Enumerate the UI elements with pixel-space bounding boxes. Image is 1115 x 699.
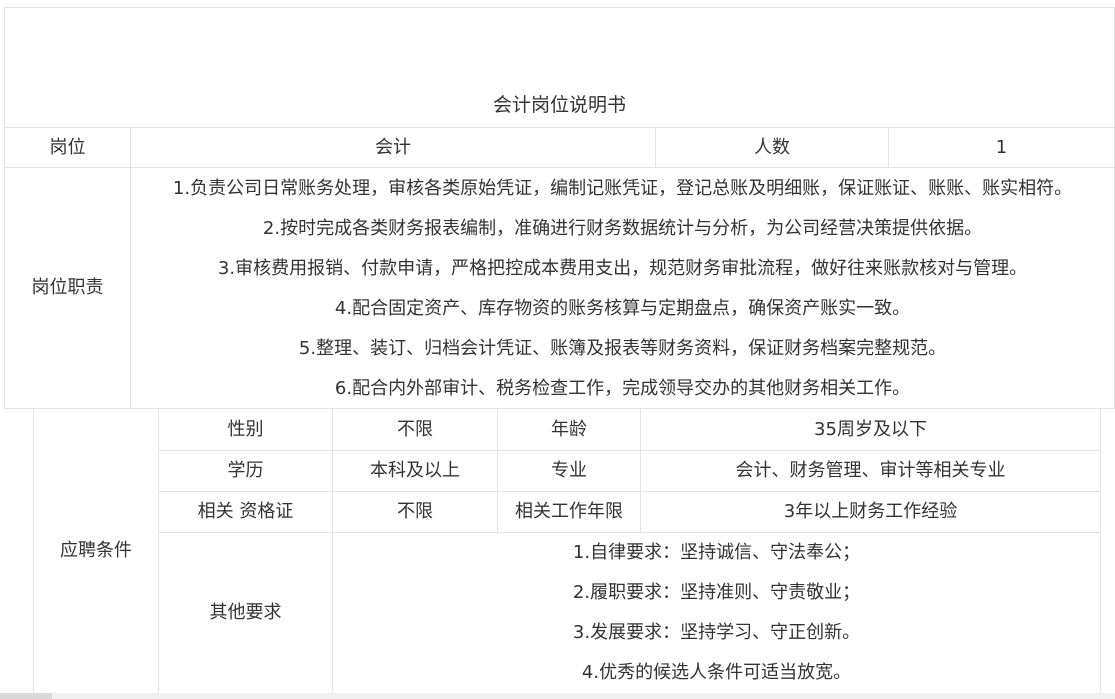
position-label: 岗位 [4,127,131,168]
education-value: 本科及以上 [332,450,498,492]
requirement-item: 3.发展要求：坚持学习、守正创新。 [572,622,861,643]
duty-item: 4.配合固定资产、库存物资的账务核算与定期盘点，确保资产账实一致。 [334,298,911,319]
major-value: 会计、财务管理、审计等相关专业 [640,450,1101,492]
scrollbar-thumb[interactable] [0,693,52,699]
work-years-label: 相关工作年限 [497,491,641,533]
duty-item: 5.整理、装订、归档会计凭证、账簿及报表等财务资料，保证财务档案完整规范。 [298,338,947,359]
horizontal-scrollbar[interactable] [0,693,1115,699]
requirement-item: 2.履职要求：坚持准则、守责敬业； [572,582,861,603]
duty-item: 1.负责公司日常账务处理，审核各类原始凭证，编制记账凭证，登记总账及明细账，保证… [172,178,1073,199]
duties-list: 1.负责公司日常账务处理，审核各类原始凭证，编制记账凭证，登记总账及明细账，保证… [130,167,1115,409]
position-value: 会计 [130,127,656,168]
duty-item: 6.配合内外部审计、税务检查工作，完成领导交办的其他财务相关工作。 [334,378,911,399]
education-label: 学历 [158,450,333,492]
requirement-item: 1.自律要求：坚持诚信、守法奉公； [572,542,861,563]
requirements-label: 应聘条件 [33,408,159,694]
duty-item: 2.按时完成各类财务报表编制，准确进行财务数据统计与分析，为公司经营决策提供依据… [262,218,983,239]
major-label: 专业 [497,450,641,492]
other-requirements-label: 其他要求 [158,532,333,694]
age-label: 年龄 [497,408,641,451]
duty-item: 3.审核费用报销、付款申请，严格把控成本费用支出，规范财务审批流程，做好往来账款… [217,258,1028,279]
other-requirements-list: 1.自律要求：坚持诚信、守法奉公； 2.履职要求：坚持准则、守责敬业； 3.发展… [332,532,1101,694]
certificate-value: 不限 [332,491,498,533]
gender-label: 性别 [158,408,333,451]
duties-label: 岗位职责 [4,167,131,409]
requirement-item: 4.优秀的候选人条件可适当放宽。 [581,662,852,683]
headcount-value: 1 [888,127,1115,168]
headcount-label: 人数 [655,127,889,168]
work-years-value: 3年以上财务工作经验 [640,491,1101,533]
certificate-label: 相关 资格证 [158,491,333,533]
age-value: 35周岁及以下 [640,408,1101,451]
gender-value: 不限 [332,408,498,451]
document-title: 会计岗位说明书 [4,7,1115,127]
